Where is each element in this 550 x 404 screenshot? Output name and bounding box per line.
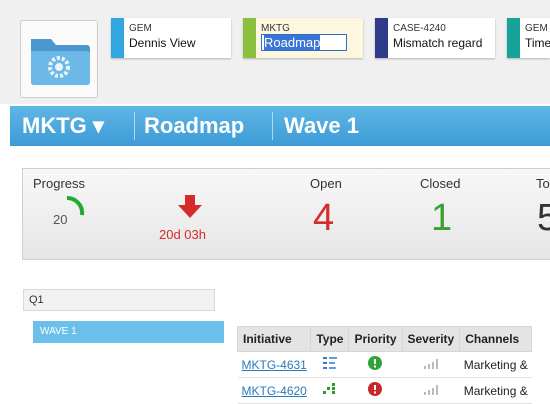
dots-icon	[322, 383, 335, 394]
initiative-link[interactable]: MKTG-4620	[242, 384, 307, 398]
card-key: GEM	[525, 23, 548, 34]
app-icon[interactable]	[20, 20, 98, 98]
card-color-stripe	[111, 18, 124, 58]
card-color-stripe	[375, 18, 388, 58]
progress-value: 20	[53, 212, 68, 227]
context-card-gem[interactable]: GEM Dennis View	[111, 18, 231, 58]
open-label: Open	[310, 176, 342, 191]
red-priority-icon	[368, 382, 383, 396]
total-count[interactable]: 5	[537, 197, 550, 240]
channels-cell: Marketing &	[459, 351, 532, 378]
card-key: MKTG	[261, 23, 290, 34]
down-arrow-icon	[178, 195, 202, 218]
card-key: CASE-4240	[393, 23, 446, 34]
card-value: Time	[525, 36, 550, 50]
closed-label: Closed	[420, 176, 461, 191]
breadcrumb-divider	[134, 112, 135, 140]
context-card-mktg[interactable]: MKTG Roadmap	[243, 18, 363, 58]
quarter-header[interactable]: Q1	[23, 289, 215, 311]
open-count[interactable]: 4	[313, 197, 334, 240]
signal-bars-icon	[423, 358, 438, 369]
column-header[interactable]: Channels	[459, 326, 533, 352]
column-header[interactable]: Type	[310, 326, 350, 352]
column-header[interactable]: Initiative	[236, 326, 312, 352]
signal-bars-icon	[423, 384, 438, 395]
breadcrumb-project-dropdown[interactable]: MKTG ▾	[22, 106, 104, 146]
breadcrumb: MKTG ▾ Roadmap Wave 1	[10, 106, 550, 146]
card-value: Dennis View	[129, 36, 196, 50]
card-color-stripe	[507, 18, 520, 58]
due-value: 20d 03h	[159, 227, 206, 242]
selected-text: Roadmap	[264, 35, 321, 50]
breadcrumb-item[interactable]: Roadmap	[144, 106, 244, 146]
progress-label: Progress	[33, 176, 86, 191]
wave-item[interactable]: WAVE 1	[33, 321, 224, 343]
stats-panel: Progress 20 20d 03h Open 4 Closed 1 To 5	[22, 168, 550, 260]
total-label: To	[536, 176, 550, 191]
green-priority-icon	[368, 356, 383, 370]
table-header-row: Initiative Type Priority Severity Channe…	[236, 326, 533, 352]
initiative-link[interactable]: MKTG-4631	[242, 358, 307, 372]
column-header[interactable]: Priority	[348, 326, 403, 352]
folder-gear-icon	[31, 39, 90, 85]
initiatives-table: Initiative Type Priority Severity Channe…	[236, 326, 533, 404]
column-header[interactable]: Severity	[401, 326, 461, 352]
card-key: GEM	[129, 23, 152, 34]
card-color-stripe	[243, 18, 256, 58]
table-row[interactable]: MKTG-4631 Marketing &	[237, 351, 532, 378]
context-card-gem-2[interactable]: GEM Time	[507, 18, 550, 58]
closed-count[interactable]: 1	[431, 197, 452, 240]
card-value: Mismatch regard	[393, 36, 483, 50]
list-icon	[322, 357, 337, 369]
context-card-case[interactable]: CASE-4240 Mismatch regard	[375, 18, 495, 58]
card-value-input[interactable]: Roadmap	[261, 34, 347, 51]
breadcrumb-wave[interactable]: Wave 1	[284, 106, 359, 146]
breadcrumb-divider	[272, 112, 273, 140]
header-bar: GEM Dennis View MKTG Roadmap CASE-4240 M…	[0, 0, 550, 104]
